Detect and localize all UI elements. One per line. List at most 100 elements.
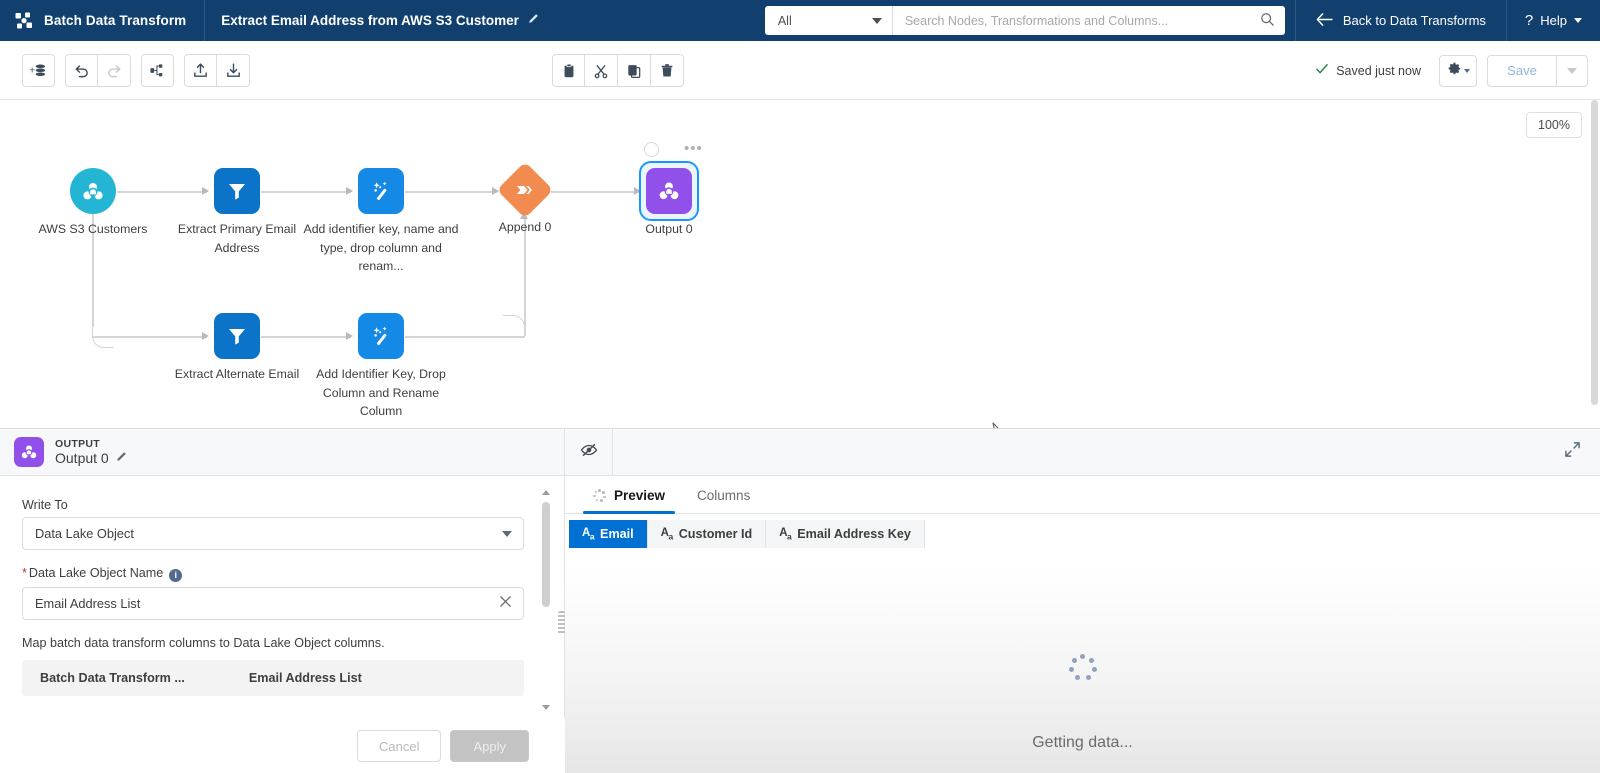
- canvas-node-aws-s3-customers[interactable]: AWS S3 Customers: [39, 168, 147, 236]
- panel-splitter-handle[interactable]: [558, 611, 565, 635]
- edge-filter1-to-tf1: [261, 191, 351, 193]
- canvas-node-add-identifier-key-2[interactable]: Add Identifier Key, Drop Column and Rena…: [316, 313, 446, 418]
- eye-slash-icon: [580, 441, 598, 464]
- global-search[interactable]: All Search Nodes, Transformations and Co…: [764, 6, 1285, 35]
- save-button[interactable]: Save: [1487, 54, 1557, 87]
- settings-button[interactable]: [1439, 54, 1477, 87]
- chevron-down-icon: [871, 17, 882, 24]
- app-name: Batch Data Transform: [44, 13, 187, 28]
- filter-funnel-icon: [214, 168, 260, 214]
- arrow-icon: [492, 186, 499, 195]
- preview-loading-area: Getting data...: [565, 566, 1600, 773]
- canvas-node-output-0[interactable]: ••• Output 0: [639, 141, 702, 236]
- scroll-up-arrow-icon[interactable]: [542, 490, 550, 495]
- object-name-label: * Data Lake Object Name i: [22, 566, 524, 582]
- redo-button[interactable]: [98, 53, 131, 87]
- arrow-icon: [202, 331, 209, 340]
- pencil-icon[interactable]: [115, 451, 127, 466]
- app-home-link[interactable]: Batch Data Transform: [0, 0, 206, 41]
- gear-icon: [1446, 60, 1462, 81]
- back-to-data-transforms-button[interactable]: Back to Data Transforms: [1294, 0, 1506, 41]
- chevron-down-icon: [1574, 18, 1582, 23]
- spinner-icon: [593, 489, 606, 502]
- toolbar-group-layout: [141, 53, 174, 87]
- apply-button[interactable]: Apply: [450, 730, 529, 762]
- write-to-label: Write To: [22, 498, 68, 512]
- expand-panel-button[interactable]: [1558, 438, 1586, 466]
- save-status: Saved just now: [1315, 62, 1421, 79]
- canvas-node-extract-alternate-email[interactable]: Extract Alternate Email: [175, 313, 299, 381]
- close-icon[interactable]: [499, 595, 512, 611]
- copy-button[interactable]: [618, 54, 651, 87]
- object-name-field[interactable]: Email Address List: [22, 586, 524, 620]
- preview-pane: Preview Columns Aa Email Aa Customer Id: [565, 476, 1600, 773]
- tab-columns[interactable]: Columns: [681, 488, 766, 513]
- export-button[interactable]: [217, 53, 250, 87]
- node-detail-header: OUTPUT Output 0: [0, 428, 1600, 476]
- import-button[interactable]: [184, 53, 217, 87]
- help-menu[interactable]: ? Help: [1505, 0, 1600, 41]
- column-label: Email Address Key: [797, 527, 911, 541]
- cancel-button[interactable]: Cancel: [357, 730, 442, 762]
- info-icon[interactable]: i: [169, 568, 183, 582]
- column-label: Customer Id: [678, 527, 753, 541]
- node-type-kicker: OUTPUT: [55, 438, 100, 450]
- search-icon[interactable]: [1260, 12, 1275, 30]
- toolbar-group-clipboard: [552, 54, 684, 87]
- node-name: Output 0: [55, 450, 109, 466]
- canvas-node-label: Append 0: [498, 220, 552, 234]
- top-header: Batch Data Transform Extract Email Addre…: [0, 0, 1600, 41]
- scroll-down-arrow-icon[interactable]: [542, 705, 550, 710]
- canvas-node-label: Add Identifier Key, Drop Column and Rena…: [316, 367, 446, 418]
- node-menu-button[interactable]: •••: [684, 141, 703, 156]
- preview-column-headers: Aa Email Aa Customer Id Aa Email Address…: [565, 520, 1600, 548]
- flow-canvas[interactable]: 100% AWS S3 Customers Extract Primary Em…: [0, 100, 1600, 428]
- column-header-customer-id[interactable]: Aa Customer Id: [647, 520, 767, 548]
- node-detail-panel: OUTPUT Output 0 Write To Data Lake Objec…: [0, 428, 1600, 773]
- document-title-group: Extract Email Address from AWS S3 Custom…: [205, 0, 555, 41]
- search-scope-select[interactable]: All: [765, 6, 893, 35]
- save-menu-button[interactable]: [1557, 54, 1588, 87]
- canvas-node-label: AWS S3 Customers: [38, 222, 148, 236]
- append-merge-icon: [496, 161, 554, 219]
- mapping-help-text: Map batch data transform columns to Data…: [22, 635, 385, 650]
- toolbar-group-node: +: [22, 53, 55, 87]
- paste-button[interactable]: [552, 54, 585, 87]
- auto-layout-button[interactable]: [141, 53, 174, 87]
- search-input-wrap[interactable]: Search Nodes, Transformations and Column…: [893, 12, 1285, 30]
- arrow-icon: [346, 331, 353, 340]
- aws-s3-source-icon: [70, 168, 116, 214]
- cut-button[interactable]: [585, 54, 618, 87]
- canvas-vertical-scrollbar[interactable]: [1591, 100, 1598, 418]
- output-target-icon: [14, 437, 44, 467]
- chevron-down-icon: [1567, 67, 1577, 74]
- form-vertical-scrollbar[interactable]: [542, 490, 550, 710]
- back-label: Back to Data Transforms: [1342, 13, 1486, 28]
- hide-preview-button[interactable]: [565, 428, 613, 476]
- preview-loading-message: Getting data...: [1032, 734, 1133, 751]
- search-input[interactable]: Search Nodes, Transformations and Column…: [905, 14, 1168, 28]
- delete-button[interactable]: [651, 54, 684, 87]
- write-to-value: Data Lake Object: [35, 526, 134, 541]
- output-config-form: Write To Data Lake Object * Data Lake Obj…: [0, 476, 565, 773]
- tab-preview[interactable]: Preview: [577, 488, 681, 514]
- grid-cluster-icon: [14, 11, 34, 31]
- node-connector-handle[interactable]: [644, 142, 659, 157]
- page-title: Extract Email Address from AWS S3 Custom…: [221, 13, 519, 28]
- edge-corner: [92, 326, 114, 348]
- canvas-node-append-0[interactable]: Append 0: [496, 161, 554, 234]
- canvas-node-extract-primary-email-address[interactable]: Extract Primary Email Address: [178, 168, 296, 255]
- undo-button[interactable]: [65, 53, 98, 87]
- preview-tabs: Preview Columns: [565, 476, 1600, 514]
- write-to-select[interactable]: Data Lake Object: [22, 517, 524, 550]
- add-node-button[interactable]: +: [22, 53, 55, 87]
- arrow-icon: [346, 186, 353, 195]
- scrollbar-thumb[interactable]: [542, 502, 550, 607]
- column-header-email-address-key[interactable]: Aa Email Address Key: [766, 520, 925, 548]
- column-header-email[interactable]: Aa Email: [569, 520, 648, 548]
- canvas-node-add-identifier-key-1[interactable]: Add identifier key, name and type, drop …: [304, 168, 458, 273]
- pencil-icon[interactable]: [527, 13, 539, 28]
- zoom-level-badge[interactable]: 100%: [1526, 112, 1582, 138]
- arrow-icon: [202, 186, 209, 195]
- search-scope-value: All: [777, 13, 792, 28]
